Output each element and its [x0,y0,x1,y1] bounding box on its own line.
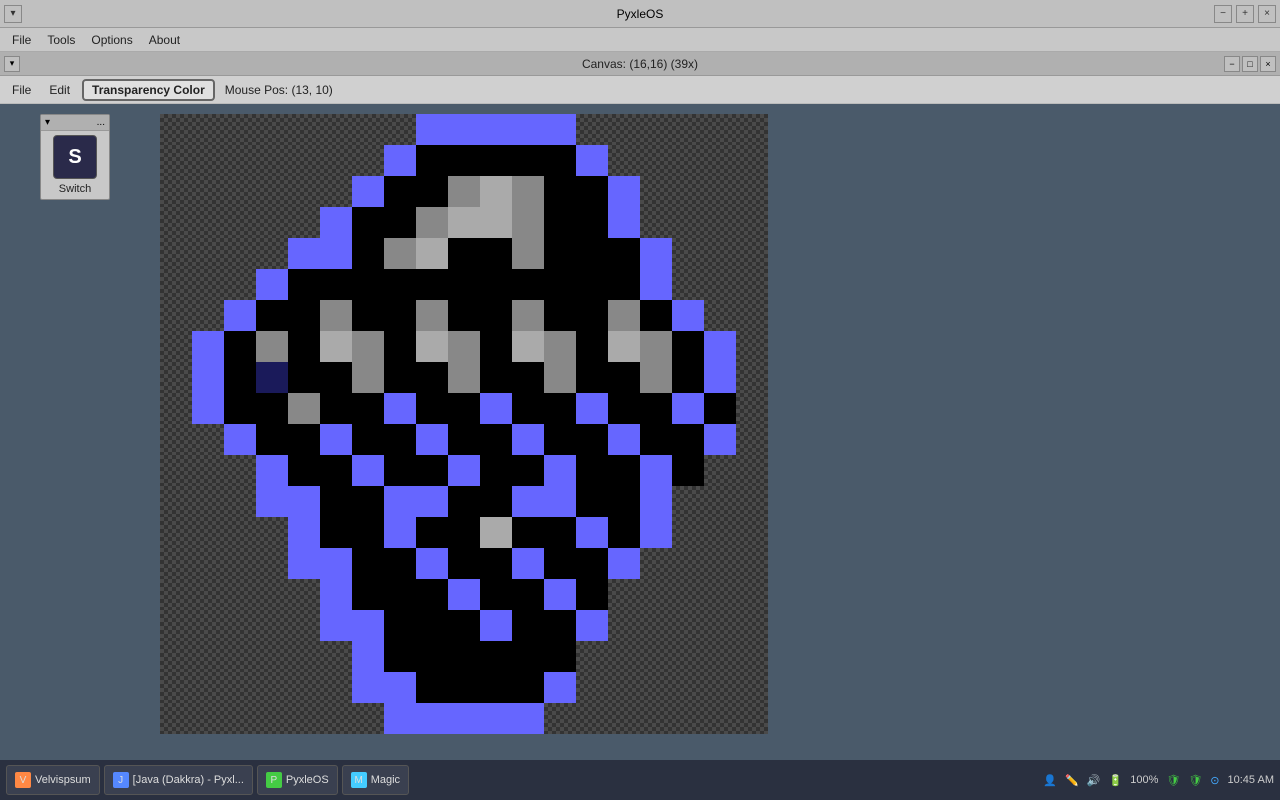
taskbar-battery-icon: 🔋 [1109,774,1123,787]
mouse-position: Mouse Pos: (13, 10) [225,83,333,97]
taskbar-shield1-icon: 🛡 [1166,774,1180,787]
menubar: File Tools Options About [0,28,1280,52]
toolbar: File Edit Transparency Color Mouse Pos: … [0,76,1280,104]
canvas-area[interactable] [150,104,1280,760]
menu-about[interactable]: About [141,31,188,49]
minimize-button[interactable]: − [1214,5,1232,23]
titlebar: ▾ PyxleOS − + × [0,0,1280,28]
java-icon: J [113,772,129,788]
taskbar-chrome-icon[interactable]: ⊙ [1210,774,1219,787]
magic-icon: M [351,772,367,788]
taskbar-user-icon: 👤 [1043,774,1057,787]
tool-panel: ▾ ... S Switch [0,104,150,760]
menu-tools[interactable]: Tools [39,31,83,49]
switch-tool-widget: ▾ ... S Switch [40,114,110,200]
pyxleos-icon: P [266,772,282,788]
toolbar-file[interactable]: File [6,81,37,99]
tool-widget-header: ▾ ... [41,115,109,131]
taskbar-shield2-icon: 🛡 [1188,774,1202,787]
titlebar-controls: − + × [1214,5,1276,23]
taskbar-java[interactable]: J [Java (Dakkra) - Pyxl... [104,765,253,795]
pyxleos-label: PyxleOS [286,774,329,786]
pixel-canvas[interactable] [160,114,780,734]
java-label: [Java (Dakkra) - Pyxl... [133,774,244,786]
subwindow-maximize[interactable]: □ [1242,56,1258,72]
menu-file[interactable]: File [4,31,39,49]
subwindow-titlebar: ▾ Canvas: (16,16) (39x) − □ × [0,52,1280,76]
switch-tool-label: Switch [59,183,91,195]
taskbar-pencil-icon: ✏️ [1065,774,1079,787]
transparency-color-button[interactable]: Transparency Color [82,79,215,101]
titlebar-left: ▾ [4,5,22,23]
titlebar-icon[interactable]: ▾ [4,5,22,23]
maximize-button[interactable]: + [1236,5,1254,23]
taskbar-right: 👤 ✏️ 🔊 🔋 100% 🛡 🛡 ⊙ 10:45 AM [1043,774,1274,787]
subwindow-icon[interactable]: ▾ [4,56,20,72]
widget-dropdown-icon[interactable]: ▾ [45,117,50,128]
taskbar-magic[interactable]: M Magic [342,765,409,795]
switch-tool-icon[interactable]: S [53,135,97,179]
subwindow-left-controls: ▾ [4,56,20,72]
subwindow-title: Canvas: (16,16) (39x) [582,57,698,71]
main-area: ▾ ... S Switch [0,104,1280,760]
taskbar-battery-percent: 100% [1130,774,1158,786]
velvispsum-icon: V [15,772,31,788]
taskbar-velvispsum[interactable]: V Velvispsum [6,765,100,795]
menu-options[interactable]: Options [83,31,140,49]
subwindow-minimize[interactable]: − [1224,56,1240,72]
magic-label: Magic [371,774,400,786]
taskbar-time: 10:45 AM [1228,774,1274,786]
subwindow-close[interactable]: × [1260,56,1276,72]
close-button[interactable]: × [1258,5,1276,23]
titlebar-title: PyxleOS [617,7,664,21]
taskbar: V Velvispsum J [Java (Dakkra) - Pyxl... … [0,760,1280,800]
widget-dots: ... [97,117,105,128]
velvispsum-label: Velvispsum [35,774,91,786]
subwindow-controls: − □ × [1224,56,1276,72]
taskbar-volume-icon[interactable]: 🔊 [1087,774,1101,787]
taskbar-pyxleos[interactable]: P PyxleOS [257,765,338,795]
toolbar-edit[interactable]: Edit [43,81,76,99]
